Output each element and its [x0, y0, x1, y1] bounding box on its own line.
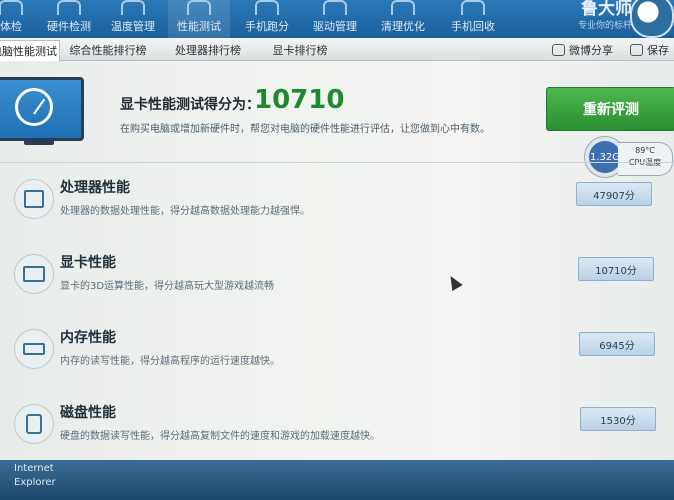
perf-desc: 硬盘的数据读写性能，得分越高复制文件的速度和游戏的加载速度越快。 [60, 431, 380, 442]
perf-score[interactable]: 47907分 [576, 182, 652, 206]
temperature-icon [121, 0, 145, 15]
cpu-icon [14, 179, 54, 219]
divider [0, 162, 674, 163]
weibo-icon [552, 44, 565, 56]
toolbar-item-phone-recycle[interactable]: 手机回收 [442, 0, 504, 38]
tab-gpu-ranking[interactable]: 显卡排行榜 [258, 40, 342, 60]
main-toolbar: 体检 硬件检测 温度管理 性能测试 手机跑分 驱动管理 清理优化 手机回收 鲁大… [0, 0, 674, 38]
avatar[interactable] [630, 0, 674, 38]
perf-score[interactable]: 6945分 [579, 332, 655, 356]
toolbar-item-checkup[interactable]: 体检 [0, 0, 42, 38]
performance-gauge-icon [187, 0, 211, 15]
save-button[interactable]: 保存 [630, 42, 669, 58]
driver-icon [323, 0, 347, 15]
graphics-card-icon [14, 254, 54, 294]
tab-bar: 电脑性能测试 综合性能排行榜 处理器排行榜 显卡排行榜 微博分享 保存 [0, 38, 674, 61]
camera-icon [630, 44, 643, 56]
monitor-stand [24, 139, 54, 145]
toolbar-item-phone-bench[interactable]: 手机跑分 [236, 0, 298, 38]
perf-row-disk: 磁盘性能 硬盘的数据读写性能，得分越高复制文件的速度和游戏的加载速度越快。 15… [0, 394, 674, 464]
tab-pc-performance[interactable]: 电脑性能测试 [0, 40, 60, 61]
tab-overall-ranking[interactable]: 综合性能排行榜 [64, 40, 152, 60]
tab-cpu-ranking[interactable]: 处理器排行榜 [162, 40, 254, 60]
memory-icon [14, 329, 54, 369]
perf-score[interactable]: 1530分 [580, 407, 656, 431]
gauge-dial [15, 88, 53, 126]
perf-score[interactable]: 10710分 [578, 257, 654, 281]
toolbar-item-performance[interactable]: 性能测试 [168, 0, 230, 38]
brand-logo: 鲁大师 专业你的标杆 [577, 0, 632, 31]
perf-desc: 处理器的数据处理性能，得分越高数据处理能力越强悍。 [60, 206, 310, 217]
score-label: 显卡性能测试得分为： [120, 97, 260, 113]
perf-desc: 内存的读写性能，得分越高程序的运行速度越快。 [60, 356, 280, 367]
toolbar-item-hardware[interactable]: 硬件检测 [38, 0, 100, 38]
cpu-temp-value: 89°C [635, 146, 655, 155]
perf-title: 处理器性能 [60, 180, 130, 196]
weibo-share-button[interactable]: 微博分享 [552, 42, 613, 58]
perf-row-memory: 内存性能 内存的读写性能，得分越高程序的运行速度越快。 6945分 [0, 319, 674, 389]
disk-icon [14, 404, 54, 444]
score-description: 在购买电脑或增加新硬件时，帮您对电脑的硬件性能进行评估，让您做到心中有数。 [120, 124, 490, 135]
retest-button[interactable]: 重新评测 [546, 87, 674, 131]
perf-row-cpu: 处理器性能 处理器的数据处理性能，得分越高数据处理能力越强悍。 47907分 [0, 169, 674, 239]
recycle-phone-icon [461, 0, 485, 15]
taskbar: Internet Explorer [0, 460, 674, 500]
perf-title: 内存性能 [60, 330, 116, 346]
checkup-icon [0, 0, 23, 15]
perf-title: 显卡性能 [60, 255, 116, 271]
monitor-gauge-icon [0, 77, 84, 141]
cleanup-icon [391, 0, 415, 15]
toolbar-item-cleanup[interactable]: 清理优化 [372, 0, 434, 38]
perf-row-gpu: 显卡性能 显卡的3D运算性能，得分越高玩大型游戏越流畅 10710分 [0, 244, 674, 314]
score-value: 10710 [254, 85, 345, 115]
perf-desc: 显卡的3D运算性能，得分越高玩大型游戏越流畅 [60, 281, 275, 292]
toolbar-item-temperature[interactable]: 温度管理 [102, 0, 164, 38]
internet-explorer-shortcut[interactable]: Internet Explorer [14, 462, 56, 490]
toolbar-item-drivers[interactable]: 驱动管理 [304, 0, 366, 38]
phone-icon [255, 0, 279, 15]
perf-title: 磁盘性能 [60, 405, 116, 421]
cpu-temp-label: CPU温度 [618, 157, 672, 169]
performance-panel: 显卡性能测试得分为： 10710 在购买电脑或增加新硬件时，帮您对电脑的硬件性能… [0, 61, 674, 461]
hardware-icon [57, 0, 81, 15]
